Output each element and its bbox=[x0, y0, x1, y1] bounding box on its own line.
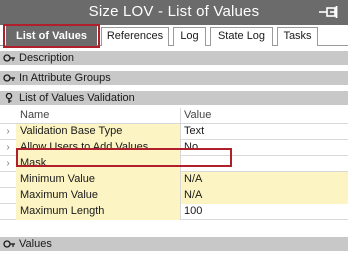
window-title: Size LOV - List of Values bbox=[88, 3, 260, 20]
section-attribute-groups[interactable]: In Attribute Groups bbox=[0, 70, 348, 85]
row-value[interactable]: N/A bbox=[181, 172, 348, 188]
table-row[interactable]: Maximum Value N/A bbox=[0, 188, 348, 204]
section-values[interactable]: Values bbox=[0, 236, 348, 251]
table-row[interactable]: Minimum Value N/A bbox=[0, 172, 348, 188]
grid-header-row: Name Value bbox=[0, 108, 348, 124]
section-validation[interactable]: List of Values Validation bbox=[0, 90, 348, 105]
table-row[interactable]: › Allow Users to Add Values No bbox=[0, 140, 348, 156]
section-values-label: Values bbox=[19, 238, 52, 250]
row-value[interactable]: Text bbox=[181, 124, 348, 140]
tab-state-log[interactable]: State Log bbox=[210, 27, 273, 46]
row-name: Minimum Value bbox=[16, 172, 181, 188]
tab-bar: List of Values References Log State Log … bbox=[0, 25, 348, 47]
window-titlebar: Size LOV - List of Values bbox=[0, 0, 348, 25]
chevron-right-icon[interactable]: › bbox=[0, 140, 16, 156]
tab-list-of-values[interactable]: List of Values bbox=[6, 25, 97, 47]
row-expander-spacer bbox=[0, 172, 16, 188]
row-name: Maximum Value bbox=[16, 188, 181, 204]
key-collapsed-icon bbox=[3, 240, 15, 248]
column-header-name[interactable]: Name bbox=[16, 108, 181, 124]
row-name: Maximum Length bbox=[16, 204, 181, 220]
row-value[interactable] bbox=[181, 156, 348, 172]
chevron-right-icon[interactable]: › bbox=[0, 124, 16, 140]
tab-references[interactable]: References bbox=[101, 27, 169, 46]
row-value[interactable]: No bbox=[181, 140, 348, 156]
table-row[interactable]: › Validation Base Type Text bbox=[0, 124, 348, 140]
row-expander-spacer bbox=[0, 188, 16, 204]
tab-log[interactable]: Log bbox=[173, 27, 206, 46]
row-value[interactable]: 100 bbox=[181, 204, 348, 220]
row-name: Validation Base Type bbox=[16, 124, 181, 140]
row-name: Allow Users to Add Values bbox=[16, 140, 181, 156]
section-description[interactable]: Description bbox=[0, 50, 348, 65]
key-collapsed-icon bbox=[3, 54, 15, 62]
section-attribute-groups-label: In Attribute Groups bbox=[19, 72, 111, 84]
properties-grid: Name Value › Validation Base Type Text ›… bbox=[0, 108, 348, 220]
section-description-label: Description bbox=[19, 52, 75, 64]
table-row[interactable]: › Mask bbox=[0, 156, 348, 172]
pin-icon[interactable] bbox=[318, 5, 340, 19]
key-collapsed-icon bbox=[3, 74, 15, 82]
chevron-right-icon[interactable]: › bbox=[0, 156, 16, 172]
row-value[interactable]: N/A bbox=[181, 188, 348, 204]
row-name: Mask bbox=[16, 156, 181, 172]
row-expander-spacer bbox=[0, 204, 16, 220]
key-expanded-icon bbox=[5, 93, 13, 103]
table-row[interactable]: Maximum Length 100 bbox=[0, 204, 348, 220]
section-validation-label: List of Values Validation bbox=[19, 92, 135, 104]
column-header-value[interactable]: Value bbox=[181, 108, 348, 124]
tab-tasks[interactable]: Tasks bbox=[277, 27, 318, 46]
